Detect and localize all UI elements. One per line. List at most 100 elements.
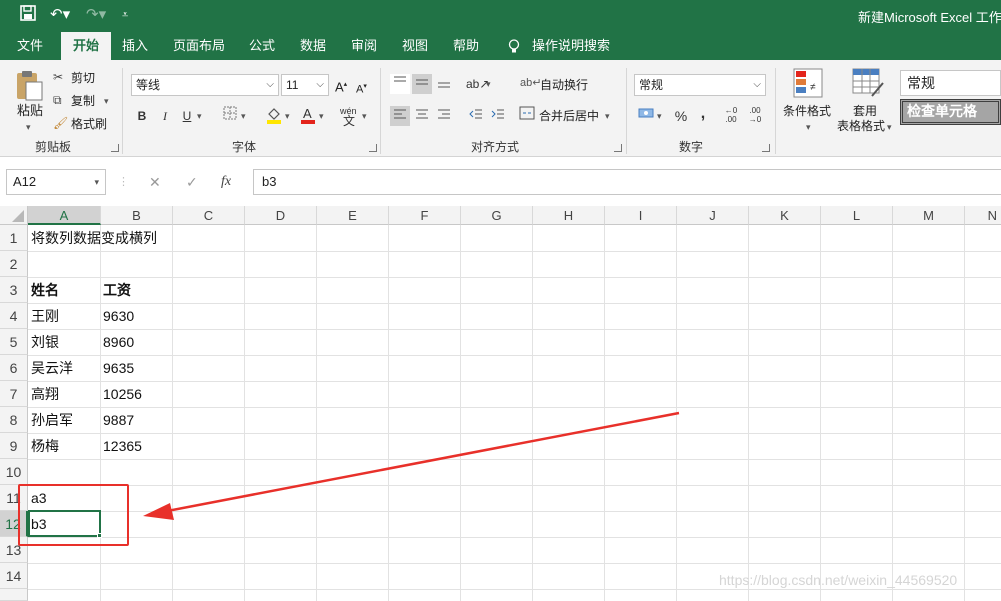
format-table-icon[interactable] <box>852 68 884 98</box>
row-header-8[interactable]: 8 <box>0 407 28 433</box>
col-header-L[interactable]: L <box>821 206 893 225</box>
wrap-text-button[interactable]: 自动换行 <box>540 76 588 94</box>
merge-dropdown-icon[interactable]: ▾ <box>605 107 610 125</box>
phonetic-dropdown-icon[interactable]: ▾ <box>362 107 367 125</box>
border-icon[interactable] <box>220 106 240 126</box>
cell-B6[interactable]: 9635 <box>100 355 134 381</box>
align-center-icon[interactable] <box>412 106 432 126</box>
cell-A5[interactable]: 刘银 <box>28 329 59 355</box>
insert-function-icon[interactable]: fx <box>221 169 231 195</box>
formula-input[interactable]: b3 <box>253 169 1001 195</box>
accounting-dropdown-icon[interactable]: ▾ <box>657 107 662 125</box>
row-header-4[interactable]: 4 <box>0 303 28 329</box>
accounting-icon[interactable] <box>636 106 656 126</box>
font-size-select[interactable]: 11 ⌵ <box>281 74 329 96</box>
cell-B4[interactable]: 9630 <box>100 303 134 329</box>
row-header-2[interactable]: 2 <box>0 251 28 277</box>
row-header-6[interactable]: 6 <box>0 355 28 381</box>
merge-center-button[interactable]: 合并后居中 <box>539 107 599 125</box>
cancel-icon[interactable]: ✕ <box>149 169 161 195</box>
undo-icon[interactable]: ↶▾ <box>50 5 70 25</box>
align-bottom-icon[interactable] <box>434 74 454 94</box>
redo-icon[interactable]: ↷▾ <box>86 5 106 25</box>
font-color-dropdown-icon[interactable]: ▾ <box>319 107 324 125</box>
fill-color-dropdown-icon[interactable]: ▾ <box>285 107 290 125</box>
paste-icon[interactable] <box>14 70 44 102</box>
customize-icon[interactable]: ⩡ <box>122 5 128 25</box>
increase-indent-icon[interactable] <box>488 106 508 126</box>
tab-formulas[interactable]: 公式 <box>243 32 281 60</box>
cell-A3[interactable]: 姓名 <box>28 277 59 303</box>
col-header-H[interactable]: H <box>533 206 605 225</box>
row-header-9[interactable]: 9 <box>0 433 28 459</box>
fill-color-icon[interactable] <box>264 106 284 126</box>
tab-help[interactable]: 帮助 <box>447 32 485 60</box>
cell-A9[interactable]: 杨梅 <box>28 433 59 459</box>
percent-button[interactable]: % <box>671 106 691 126</box>
decrease-indent-icon[interactable] <box>466 106 486 126</box>
copy-button[interactable]: 复制 <box>71 92 95 110</box>
cell-A1[interactable]: 将数列数据变成横列 <box>28 225 157 251</box>
orientation-dropdown-icon[interactable]: ▾ <box>486 75 491 93</box>
cell-B3[interactable]: 工资 <box>100 277 131 303</box>
font-name-select[interactable]: 等线 ⌵ <box>131 74 279 96</box>
underline-button[interactable]: U <box>177 106 197 126</box>
col-header-C[interactable]: C <box>173 206 245 225</box>
format-table-button[interactable]: 表格格式 <box>837 117 885 135</box>
col-header-M[interactable]: M <box>893 206 965 225</box>
paste-dropdown-icon[interactable]: ▾ <box>26 118 31 136</box>
orientation-icon[interactable]: ab↗ <box>466 74 489 94</box>
alignment-launcher-icon[interactable] <box>614 144 622 152</box>
cell-B5[interactable]: 8960 <box>100 329 134 355</box>
col-header-F[interactable]: F <box>389 206 461 225</box>
align-right-icon[interactable] <box>434 106 454 126</box>
cell-A8[interactable]: 孙启军 <box>28 407 73 433</box>
col-header-G[interactable]: G <box>461 206 533 225</box>
col-header-J[interactable]: J <box>677 206 749 225</box>
number-launcher-icon[interactable] <box>762 144 770 152</box>
clipboard-launcher-icon[interactable] <box>111 144 119 152</box>
row-header-10[interactable]: 10 <box>0 459 28 485</box>
tab-view[interactable]: 视图 <box>396 32 434 60</box>
align-left-icon[interactable] <box>390 106 410 126</box>
name-box[interactable]: A12 ▾ <box>6 169 106 195</box>
tab-home[interactable]: 开始 <box>61 32 111 60</box>
conditional-format-icon[interactable]: ≠ <box>793 68 823 98</box>
enter-icon[interactable]: ✓ <box>186 169 198 195</box>
tell-me-search[interactable]: 操作说明搜索 <box>526 32 616 60</box>
row-header-5[interactable]: 5 <box>0 329 28 355</box>
cell-A4[interactable]: 王刚 <box>28 303 59 329</box>
conditional-format-dropdown-icon[interactable]: ▾ <box>806 118 811 136</box>
tab-review[interactable]: 审阅 <box>345 32 383 60</box>
increase-decimal-icon[interactable]: ←0.00 <box>721 106 741 126</box>
copy-dropdown-icon[interactable]: ▾ <box>104 92 109 110</box>
row-header-3[interactable]: 3 <box>0 277 28 303</box>
border-dropdown-icon[interactable]: ▾ <box>241 107 246 125</box>
col-header-E[interactable]: E <box>317 206 389 225</box>
format-table-dropdown-icon[interactable]: ▾ <box>887 118 892 136</box>
save-icon[interactable] <box>20 5 36 27</box>
underline-dropdown-icon[interactable]: ▾ <box>197 107 202 125</box>
comma-button[interactable]: , <box>693 104 713 124</box>
decrease-decimal-icon[interactable]: .00 →0 <box>745 106 765 126</box>
number-format-select[interactable]: 常规 ⌵ <box>634 74 766 96</box>
tab-file[interactable]: 文件 <box>11 32 49 60</box>
row-header-7[interactable]: 7 <box>0 381 28 407</box>
cell-A6[interactable]: 吴云洋 <box>28 355 73 381</box>
align-top-icon[interactable] <box>390 74 410 94</box>
col-header-A[interactable]: A <box>28 206 101 225</box>
style-normal[interactable]: 常规 <box>900 70 1001 96</box>
increase-font-icon[interactable]: A▴ <box>335 76 347 96</box>
font-launcher-icon[interactable] <box>369 144 377 152</box>
decrease-font-icon[interactable]: A▾ <box>356 78 367 99</box>
tab-data[interactable]: 数据 <box>294 32 332 60</box>
font-color-icon[interactable]: A <box>298 106 318 126</box>
row-header-14[interactable]: 14 <box>0 563 28 589</box>
col-header-B[interactable]: B <box>101 206 173 225</box>
align-middle-icon[interactable] <box>412 74 432 94</box>
cut-button[interactable]: 剪切 <box>71 69 95 87</box>
col-header-K[interactable]: K <box>749 206 821 225</box>
col-header-N[interactable]: N <box>965 206 1001 225</box>
col-header-D[interactable]: D <box>245 206 317 225</box>
format-painter-button[interactable]: 格式刷 <box>71 115 107 133</box>
